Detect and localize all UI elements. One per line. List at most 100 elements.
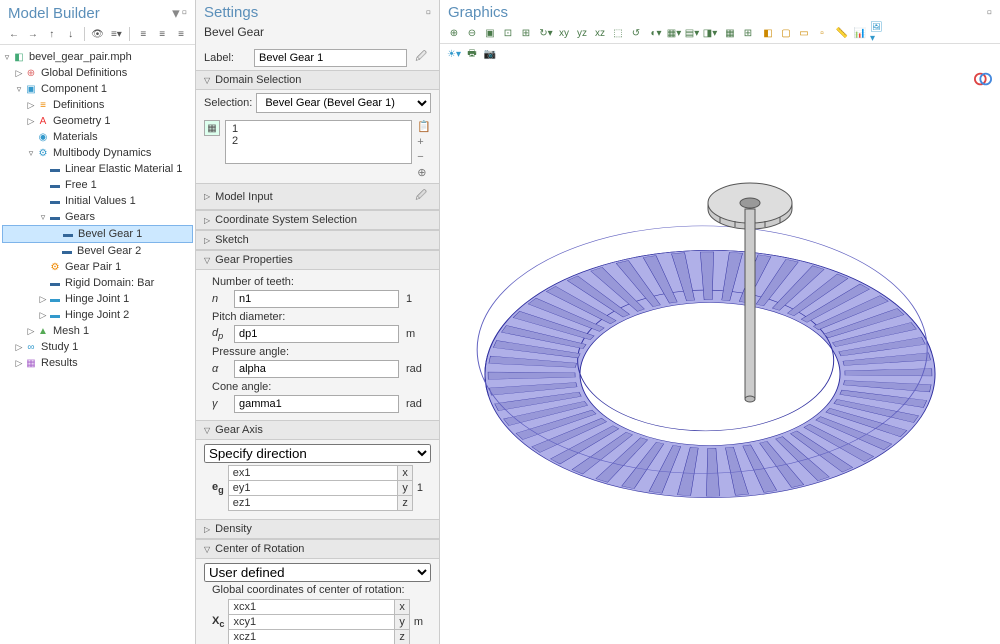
tree-node[interactable]: ▬Linear Elastic Material 1	[2, 161, 193, 177]
dp-input[interactable]	[234, 325, 399, 343]
domain-view-icon[interactable]: ▦	[204, 120, 220, 136]
gear-render	[440, 64, 1000, 624]
model-tree[interactable]: ▿◧bevel_gear_pair.mph▷⊕Global Definition…	[0, 45, 195, 644]
tree-node[interactable]: ▿⚙Multibody Dynamics	[2, 145, 193, 161]
redraw-icon[interactable]: ↺	[628, 25, 644, 41]
n-input[interactable]	[234, 290, 399, 308]
gamma-input[interactable]	[234, 395, 399, 413]
xcy-input[interactable]: xcy1	[229, 615, 395, 630]
sel-bnd-icon[interactable]: ▢	[778, 25, 794, 41]
panel-undock-icon[interactable]: ▫	[426, 4, 431, 21]
show-icon[interactable]: 👁	[90, 26, 106, 42]
nav-back-icon[interactable]: ←	[6, 26, 22, 42]
section-center-rot[interactable]: Center of Rotation	[196, 539, 439, 559]
tree-node[interactable]: ▷▦Results	[2, 355, 193, 371]
print-icon[interactable]: 🖶	[464, 46, 480, 62]
zoom-sel-icon[interactable]: ⊞	[518, 25, 534, 41]
tree-node[interactable]: ▷AGeometry 1	[2, 113, 193, 129]
ex-input[interactable]: ex1	[228, 466, 398, 481]
sel-pt-icon[interactable]: ▫	[814, 25, 830, 41]
zoom-out-icon[interactable]: ⊖	[464, 25, 480, 41]
tree-node[interactable]: ▷▬Hinge Joint 2	[2, 307, 193, 323]
num-teeth-label: Number of teeth:	[204, 274, 431, 289]
transparency-icon[interactable]: ▦▾	[666, 25, 682, 41]
section-coord-sys[interactable]: Coordinate System Selection	[196, 210, 439, 230]
tree-node[interactable]: ▬Initial Values 1	[2, 193, 193, 209]
snapshot-icon[interactable]: 📷	[482, 46, 498, 62]
probe-icon[interactable]: 📊	[852, 25, 868, 41]
tree-node[interactable]: ▷▲Mesh 1	[2, 323, 193, 339]
paste-icon[interactable]: 📋	[417, 120, 431, 133]
nav-up-icon[interactable]: ↑	[44, 26, 60, 42]
settings-title-text: Settings	[204, 4, 258, 21]
section-model-input[interactable]: Model Input🖉	[196, 183, 439, 210]
sel-dom-icon[interactable]: ◧	[760, 25, 776, 41]
tree-node[interactable]: ▷⊕Global Definitions	[2, 65, 193, 81]
expand-icon[interactable]: ≡▾	[108, 26, 124, 42]
xcz-input[interactable]: xcz1	[229, 630, 395, 644]
section-gear-props[interactable]: Gear Properties	[196, 250, 439, 270]
view-default-icon[interactable]: ⬚	[610, 25, 626, 41]
section-density[interactable]: Density	[196, 519, 439, 539]
zoom-extents-icon[interactable]: ⊡	[500, 25, 516, 41]
zoom-in-icon[interactable]: ⊕	[446, 25, 462, 41]
ey-input[interactable]: ey1	[228, 481, 398, 496]
gear-axis-mode[interactable]: Specify direction	[204, 444, 431, 463]
remove-icon[interactable]: −	[417, 151, 431, 163]
alpha-input[interactable]	[234, 360, 399, 378]
measure-icon[interactable]: 📏	[834, 25, 850, 41]
tree-node[interactable]: ▬Bevel Gear 1	[2, 225, 193, 243]
rotate-icon[interactable]: ↻▾	[538, 25, 554, 41]
list-item[interactable]: 2	[232, 135, 405, 147]
tree-opt2-icon[interactable]: ≡	[154, 26, 170, 42]
view-xy-icon[interactable]: xy	[556, 25, 572, 41]
zoom-sel-icon[interactable]: ⊕	[417, 166, 431, 179]
zoom-box-icon[interactable]: ▣	[482, 25, 498, 41]
tree-node[interactable]: ▬Rigid Domain: Bar	[2, 275, 193, 291]
rename-icon[interactable]: 🖉	[411, 48, 431, 67]
tree-node[interactable]: ▬Free 1	[2, 177, 193, 193]
center-rot-table: xcx1x xcy1y xcz1z	[228, 599, 409, 644]
selection-dropdown[interactable]: Bevel Gear (Bevel Gear 1)	[256, 93, 431, 113]
add-icon[interactable]: +	[417, 136, 431, 148]
xcx-input[interactable]: xcx1	[229, 600, 395, 615]
image-icon[interactable]: 🖼▾	[870, 25, 886, 41]
sel-edge-icon[interactable]: ▭	[796, 25, 812, 41]
tree-node[interactable]: ▷▬Hinge Joint 1	[2, 291, 193, 307]
tree-node[interactable]: ▿▣Component 1	[2, 81, 193, 97]
tree-node[interactable]: ▷≡Definitions	[2, 97, 193, 113]
section-domain-selection[interactable]: Domain Selection	[196, 70, 439, 90]
clip-icon[interactable]: ◐▾	[648, 25, 664, 41]
ez-input[interactable]: ez1	[228, 496, 398, 511]
tree-node[interactable]: ▿▬Gears	[2, 209, 193, 225]
tree-opt3-icon[interactable]: ≡	[173, 26, 189, 42]
view-xz-icon[interactable]: xz	[592, 25, 608, 41]
nav-fwd-icon[interactable]: →	[25, 26, 41, 42]
grid-icon[interactable]: ▦	[722, 25, 738, 41]
panel-undock-icon[interactable]: ▫	[182, 4, 187, 22]
domain-list[interactable]: 1 2	[225, 120, 412, 164]
axes-icon[interactable]: ⊞	[740, 25, 756, 41]
section-gear-axis[interactable]: Gear Axis	[196, 420, 439, 440]
label-input[interactable]	[254, 49, 407, 67]
tree-node[interactable]: ◉Materials	[2, 129, 193, 145]
edit-icon[interactable]: 🖉	[411, 187, 431, 206]
center-rot-mode[interactable]: User defined	[204, 563, 431, 582]
wireframe-icon[interactable]: ▤▾	[684, 25, 700, 41]
section-sketch[interactable]: Sketch	[196, 230, 439, 250]
panel-menu-icon[interactable]: ▾	[172, 4, 180, 22]
tree-node[interactable]: ▿◧bevel_gear_pair.mph	[2, 49, 193, 65]
tree-opt1-icon[interactable]: ≡	[135, 26, 151, 42]
tree-node[interactable]: ▬Bevel Gear 2	[2, 243, 193, 259]
tree-node[interactable]: ⚙Gear Pair 1	[2, 259, 193, 275]
tree-node[interactable]: ▷∞Study 1	[2, 339, 193, 355]
render-icon[interactable]: ◨▾	[702, 25, 718, 41]
nav-down-icon[interactable]: ↓	[63, 26, 79, 42]
view-yz-icon[interactable]: yz	[574, 25, 590, 41]
graphics-panel: Graphics ▫ ⊕ ⊖ ▣ ⊡ ⊞ ↻▾ xy yz xz ⬚ ↺ ◐▾ …	[440, 0, 1000, 644]
model-builder-title-text: Model Builder	[8, 5, 100, 22]
panel-undock-icon[interactable]: ▫	[987, 4, 992, 21]
list-item[interactable]: 1	[232, 123, 405, 135]
graphics-canvas[interactable]	[440, 64, 1000, 644]
scene-light-icon[interactable]: ☀▾	[446, 46, 462, 62]
